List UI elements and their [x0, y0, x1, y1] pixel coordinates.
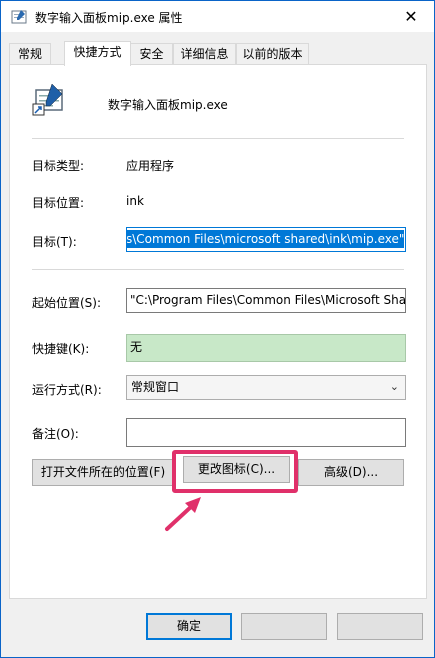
tab-shortcut[interactable]: 快捷方式 [64, 41, 131, 66]
run-select[interactable]: 常规窗口 ⌄ [126, 375, 406, 400]
start-in-label: 起始位置(S): [32, 296, 102, 310]
ok-button[interactable]: 确定 [146, 613, 232, 640]
start-in-input[interactable]: "C:\Program Files\Common Files\Microsoft… [126, 288, 406, 313]
separator [32, 138, 404, 139]
run-label: 运行方式(R): [32, 383, 102, 397]
separator [32, 269, 404, 270]
window-title: 数字输入面板mip.exe 属性 [35, 11, 183, 25]
target-location-label: 目标位置: [32, 196, 85, 210]
comment-label: 备注(O): [32, 427, 79, 441]
properties-window: 数字输入面板mip.exe 属性 ✕ 常规 快捷方式 安全 详细信息 以前的版本… [0, 0, 435, 658]
shortcut-app-icon [11, 10, 27, 24]
hotkey-input[interactable]: 无 [126, 334, 406, 362]
tab-security[interactable]: 安全 [130, 43, 173, 65]
target-type-label: 目标类型: [32, 159, 85, 173]
title-bar: 数字输入面板mip.exe 属性 ✕ [1, 1, 434, 32]
target-input[interactable]: s\Common Files\microsoft shared\ink\mip.… [126, 227, 406, 252]
app-icon [32, 83, 63, 116]
advanced-button[interactable]: 高级(D)... [298, 459, 404, 486]
highlight-box [172, 450, 298, 493]
tab-previous-versions[interactable]: 以前的版本 [236, 43, 309, 65]
target-input-value: s\Common Files\microsoft shared\ink\mip.… [126, 230, 405, 248]
tab-bar: 常规 快捷方式 安全 详细信息 以前的版本 [9, 41, 427, 66]
comment-input[interactable] [126, 418, 406, 447]
run-select-value: 常规窗口 [131, 380, 180, 394]
open-file-location-button[interactable]: 打开文件所在的位置(F) [32, 459, 174, 486]
shortcut-panel: 数字输入面板mip.exe 目标类型: 应用程序 目标位置: ink 目标(T)… [9, 64, 427, 599]
app-name: 数字输入面板mip.exe [108, 98, 228, 112]
target-location-value: ink [126, 194, 144, 208]
close-icon[interactable]: ✕ [388, 1, 434, 32]
target-label: 目标(T): [32, 235, 77, 249]
hotkey-label: 快捷键(K): [32, 342, 90, 356]
pointer-arrow-icon [165, 497, 201, 531]
chevron-down-icon: ⌄ [389, 380, 399, 393]
tab-general[interactable]: 常规 [9, 43, 51, 65]
cancel-button[interactable] [241, 613, 327, 640]
tab-details[interactable]: 详细信息 [173, 43, 236, 65]
target-type-value: 应用程序 [126, 159, 175, 173]
apply-button[interactable] [337, 613, 423, 640]
